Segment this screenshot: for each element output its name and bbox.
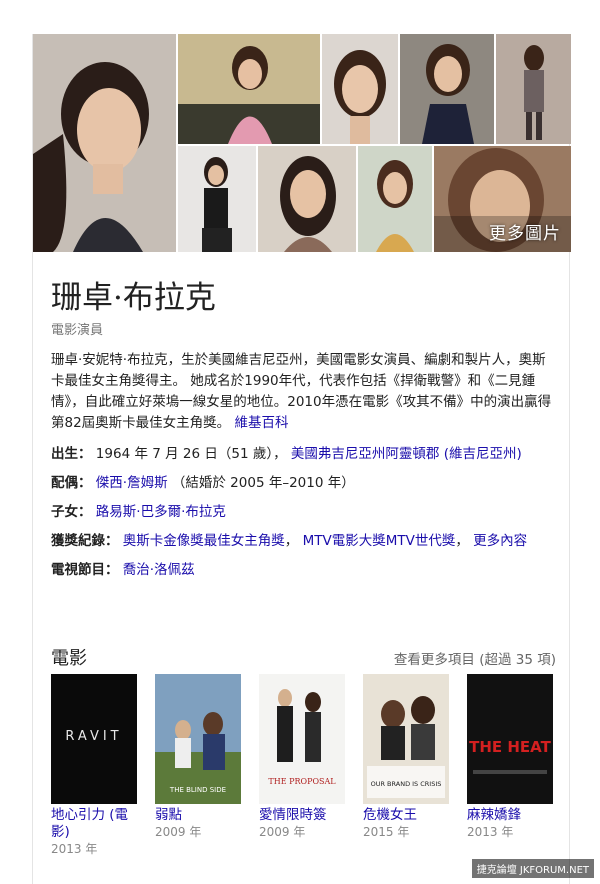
fact-born-label: 出生： — [51, 446, 92, 462]
knowledge-panel: 更多圖片 珊卓·布拉克 電影演員 珊卓·安妮特·布拉克，生於美國維吉尼亞州，美國… — [32, 34, 571, 884]
more-images-link[interactable]: 更多圖片 — [489, 219, 561, 244]
wikipedia-link[interactable]: 維基百科 — [234, 415, 288, 431]
movie-title[interactable]: 麻辣嬌鋒 — [467, 807, 555, 824]
photo-4[interactable] — [400, 34, 494, 144]
photo-6[interactable] — [178, 146, 256, 252]
fact-awards-more-link[interactable]: 更多內容 — [473, 533, 527, 549]
image-grid: 更多圖片 — [33, 34, 571, 252]
movie-title[interactable]: 愛情限時簽 — [259, 807, 347, 824]
movie-poster[interactable]: OUR BRAND IS CRISIS — [363, 674, 449, 804]
fact-awards-label: 獲獎紀錄： — [51, 533, 119, 549]
fact-spouse-link[interactable]: 傑西·詹姆斯 — [96, 475, 168, 491]
fact-spouse-label: 配偶： — [51, 475, 92, 491]
fact-born-place-link[interactable]: 美國弗吉尼亞州阿靈頓郡 (維吉尼亞州) — [291, 446, 522, 462]
movie-poster[interactable]: THE HEAT — [467, 674, 553, 804]
entity-description: 珊卓·安妮特·布拉克，生於美國維吉尼亞州，美國電影女演員、編劇和製片人，奧斯卡最… — [51, 350, 556, 434]
fact-awards-sep-2: ， — [455, 533, 469, 549]
fact-tv-link[interactable]: 喬治·洛佩茲 — [123, 562, 195, 578]
fact-spouse-value: （結婚於 2005 年–2010 年） — [171, 475, 355, 491]
movies-header: 電影 查看更多項目 (超過 35 項) — [51, 644, 556, 674]
fact-awards-link-2[interactable]: MTV電影大獎MTV世代獎 — [303, 533, 456, 549]
description-text: 珊卓·安妮特·布拉克，生於美國維吉尼亞州，美國電影女演員、編劇和製片人，奧斯卡最… — [51, 352, 552, 431]
entity-title: 珊卓·布拉克 — [51, 280, 216, 316]
movie-title[interactable]: 地心引力 (電影) — [51, 807, 139, 841]
movies-title: 電影 — [51, 648, 87, 669]
movie-title[interactable]: 弱點 — [155, 807, 243, 824]
watermark: 捷克論壇 JKFORUM.NET — [471, 859, 594, 878]
poster-text: OUR BRAND IS CRISIS — [371, 780, 442, 788]
movie-poster[interactable]: THE PROPOSAL — [259, 674, 345, 804]
movie-poster[interactable]: THE BLIND SIDE — [155, 674, 241, 804]
main-photo[interactable] — [33, 34, 176, 252]
photo-7[interactable] — [258, 146, 356, 252]
fact-born: 出生： 1964 年 7 月 26 日（51 歲）， 美國弗吉尼亞州阿靈頓郡 (… — [51, 444, 556, 465]
fact-born-value: 1964 年 7 月 26 日（51 歲）， — [95, 446, 287, 462]
fact-awards-link-1[interactable]: 奧斯卡金像獎最佳女主角獎 — [123, 533, 285, 549]
fact-awards: 獲獎紀錄： 奧斯卡金像獎最佳女主角獎， MTV電影大獎MTV世代獎， 更多內容 — [51, 531, 556, 552]
movie-item[interactable]: RAVIT 地心引力 (電影) 2013 年 — [51, 674, 139, 857]
movie-poster[interactable]: RAVIT — [51, 674, 137, 804]
movies-view-more-link[interactable]: 查看更多項目 (超過 35 項) — [394, 648, 556, 668]
movies-carousel: RAVIT 地心引力 (電影) 2013 年 THE BLIND SIDE 弱點… — [51, 674, 556, 884]
fact-awards-sep-1: ， — [284, 533, 299, 549]
movie-year: 2009 年 — [155, 825, 202, 839]
movie-title[interactable]: 危機女王 — [363, 807, 451, 824]
photo-9[interactable]: 更多圖片 — [434, 146, 571, 252]
movie-item[interactable]: THE HEAT 麻辣嬌鋒 2013 年 — [467, 674, 555, 840]
fact-children-link[interactable]: 路易斯·巴多爾·布拉克 — [96, 504, 226, 520]
movie-item[interactable]: THE BLIND SIDE 弱點 2009 年 — [155, 674, 243, 840]
movie-year: 2009 年 — [259, 825, 306, 839]
movie-year: 2013 年 — [51, 842, 98, 856]
movie-year: 2015 年 — [363, 825, 410, 839]
fact-tv-label: 電視節目： — [51, 562, 119, 578]
fact-spouse: 配偶： 傑西·詹姆斯 （結婚於 2005 年–2010 年） — [51, 473, 556, 494]
movie-item[interactable]: OUR BRAND IS CRISIS 危機女王 2015 年 — [363, 674, 451, 840]
movie-year: 2013 年 — [467, 825, 514, 839]
photo-8[interactable] — [358, 146, 432, 252]
fact-children: 子女： 路易斯·巴多爾·布拉克 — [51, 502, 556, 523]
poster-text: THE BLIND SIDE — [169, 786, 226, 794]
photo-5[interactable] — [496, 34, 571, 144]
photo-2[interactable] — [178, 34, 320, 144]
photo-3[interactable] — [322, 34, 398, 144]
poster-text: RAVIT — [65, 729, 122, 744]
poster-text: THE HEAT — [469, 738, 551, 756]
entity-type: 電影演員 — [51, 323, 104, 338]
fact-tv: 電視節目： 喬治·洛佩茲 — [51, 560, 556, 581]
poster-text: THE PROPOSAL — [268, 777, 336, 786]
fact-children-label: 子女： — [51, 504, 92, 520]
facts-list: 出生： 1964 年 7 月 26 日（51 歲）， 美國弗吉尼亞州阿靈頓郡 (… — [51, 444, 556, 589]
movie-item[interactable]: THE PROPOSAL 愛情限時簽 2009 年 — [259, 674, 347, 840]
